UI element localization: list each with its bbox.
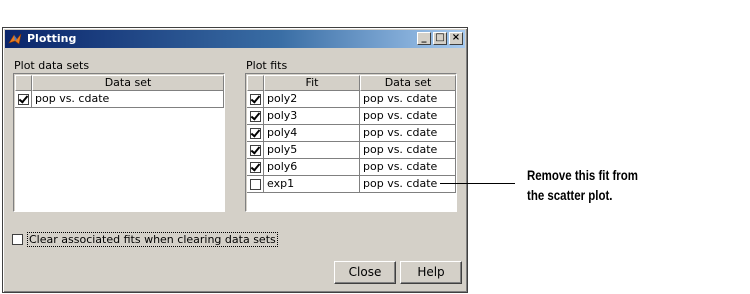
table-row[interactable]: poly5 pop vs. cdate bbox=[247, 142, 456, 159]
fits-table: Fit Data set poly2 pop vs. cdate poly3 p… bbox=[245, 73, 457, 212]
fit-dataset[interactable]: pop vs. cdate bbox=[360, 108, 456, 125]
maximize-button[interactable]: □ bbox=[433, 32, 447, 45]
window-title: Plotting bbox=[27, 32, 77, 45]
fit-checkbox[interactable] bbox=[250, 179, 261, 190]
plot-fits-label: Plot fits bbox=[246, 59, 288, 72]
table-row[interactable]: poly2 pop vs. cdate bbox=[247, 91, 456, 108]
close-window-button[interactable]: × bbox=[449, 32, 463, 45]
table-row[interactable]: pop vs. cdate bbox=[15, 91, 224, 108]
matlab-icon bbox=[8, 33, 22, 45]
fit-name[interactable]: exp1 bbox=[264, 176, 360, 193]
plot-data-sets-label: Plot data sets bbox=[14, 59, 90, 72]
help-button[interactable]: Help bbox=[400, 261, 462, 284]
fit-checkbox[interactable] bbox=[250, 162, 261, 173]
checkbox-column-header[interactable] bbox=[247, 75, 264, 91]
fit-checkbox[interactable] bbox=[250, 145, 261, 156]
annotation-line-2: the scatter plot. bbox=[527, 187, 613, 203]
callout-annotation: Remove this fit from the scatter plot. bbox=[527, 165, 638, 205]
fit-name[interactable]: poly5 bbox=[264, 142, 360, 159]
plotting-window: Plotting _ □ × Plot data sets Data set p… bbox=[2, 27, 468, 293]
datasets-table: Data set pop vs. cdate bbox=[13, 73, 225, 212]
fit-dataset[interactable]: pop vs. cdate bbox=[360, 91, 456, 108]
fit-column-header[interactable]: Fit bbox=[264, 75, 360, 91]
callout-line bbox=[440, 183, 515, 184]
table-row[interactable]: poly3 pop vs. cdate bbox=[247, 108, 456, 125]
dataset-name[interactable]: pop vs. cdate bbox=[32, 91, 224, 108]
checkbox-column-header[interactable] bbox=[15, 75, 32, 91]
fit-dataset[interactable]: pop vs. cdate bbox=[360, 142, 456, 159]
fit-name[interactable]: poly3 bbox=[264, 108, 360, 125]
fit-name[interactable]: poly2 bbox=[264, 91, 360, 108]
table-row[interactable]: poly6 pop vs. cdate bbox=[247, 159, 456, 176]
minimize-button[interactable]: _ bbox=[417, 32, 431, 45]
fit-dataset[interactable]: pop vs. cdate bbox=[360, 125, 456, 142]
fit-name[interactable]: poly6 bbox=[264, 159, 360, 176]
table-row[interactable]: exp1 pop vs. cdate bbox=[247, 176, 456, 193]
dataset-column-header[interactable]: Data set bbox=[32, 75, 224, 91]
clear-fits-label[interactable]: Clear associated fits when clearing data… bbox=[27, 232, 278, 247]
dataset-checkbox[interactable] bbox=[18, 94, 29, 105]
title-bar[interactable]: Plotting _ □ × bbox=[5, 30, 465, 48]
table-row[interactable]: poly4 pop vs. cdate bbox=[247, 125, 456, 142]
fit-checkbox[interactable] bbox=[250, 128, 261, 139]
annotation-line-1: Remove this fit from bbox=[527, 167, 638, 183]
fit-checkbox[interactable] bbox=[250, 111, 261, 122]
dataset-column-header[interactable]: Data set bbox=[360, 75, 456, 91]
clear-fits-checkbox[interactable] bbox=[12, 234, 23, 245]
fit-dataset[interactable]: pop vs. cdate bbox=[360, 159, 456, 176]
close-button[interactable]: Close bbox=[334, 261, 396, 284]
fit-name[interactable]: poly4 bbox=[264, 125, 360, 142]
fit-checkbox[interactable] bbox=[250, 94, 261, 105]
fit-dataset[interactable]: pop vs. cdate bbox=[360, 176, 456, 193]
